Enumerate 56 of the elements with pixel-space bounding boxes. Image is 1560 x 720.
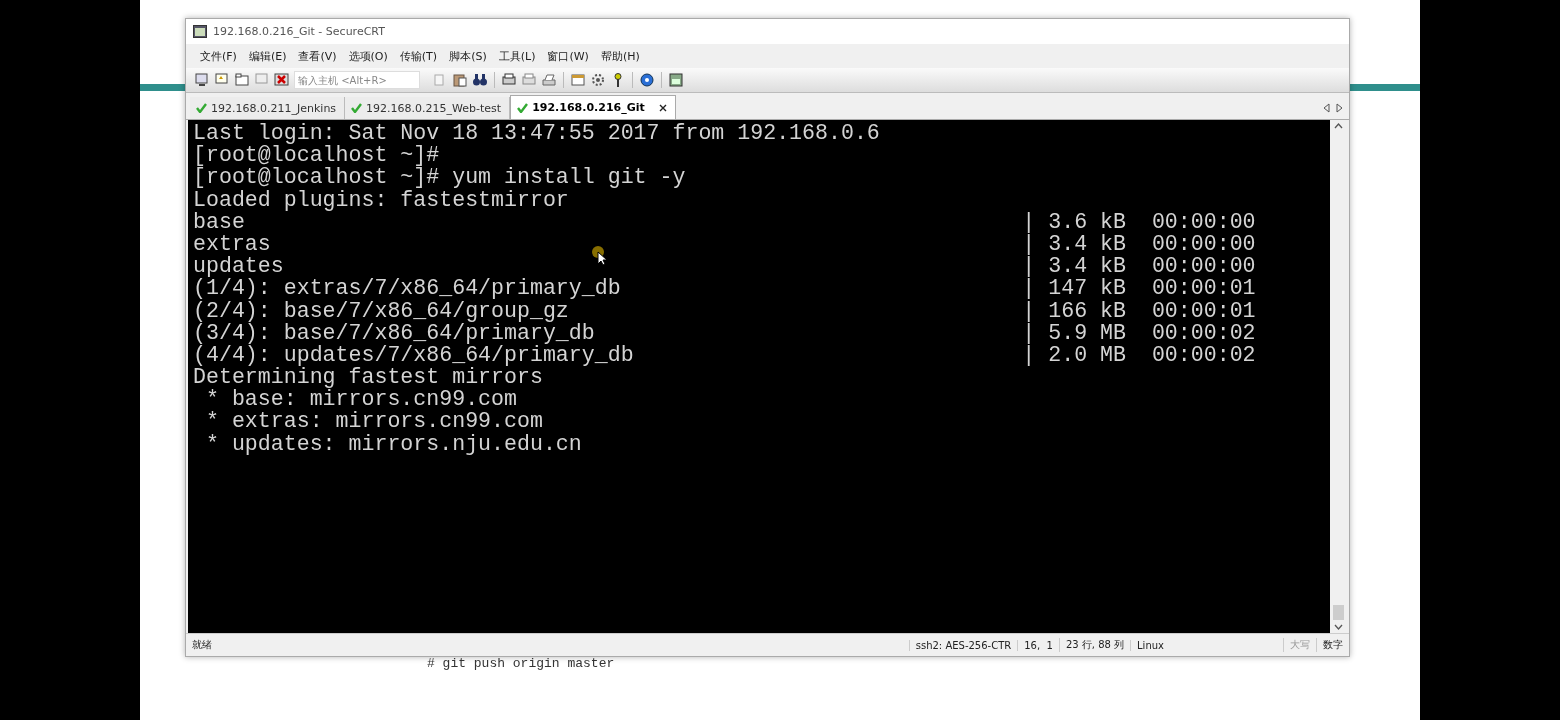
menu-item[interactable]: 脚本(S) [443,48,493,64]
window-title: 192.168.0.216_Git - SecureCRT [213,25,385,38]
menu-item[interactable]: 编辑(E) [242,48,293,64]
right-arrow-icon[interactable] [1336,103,1343,113]
status-item: 16, 1 [1017,639,1059,651]
left-arrow-icon[interactable] [1323,103,1330,113]
binoculars-icon[interactable] [472,72,488,88]
session-tab[interactable]: 192.168.0.215_Web-test [345,97,511,119]
session-tab[interactable]: 192.168.0.216_Git [510,95,676,119]
status-item: 23 行, 88 列 [1058,638,1131,652]
close-icon[interactable] [658,103,667,112]
terminal-line: (2/4): base/7/x86_64/group_gz [193,298,569,323]
terminal-line: [root@localhost ~]# [193,143,440,168]
clipboard-icon[interactable] [452,72,468,88]
menu-item[interactable]: 工具(L) [492,48,542,64]
terminal-line: (3/4): base/7/x86_64/primary_db [193,320,595,345]
terminal-line: [root@localhost ~]# yum install git -y [193,165,686,190]
terminal-line: * base: mirrors.cn99.com [205,387,517,412]
printer-icon[interactable] [541,72,557,88]
app-icon [193,25,207,38]
status-message: 就绪 [191,638,213,652]
terminal-line: updates [193,254,284,279]
terminal-line: Last login: Sat Nov 18 13:47:55 2017 from 192.168.0.6 [193,121,880,145]
help-icon[interactable] [639,72,655,88]
terminal-line: (1/4): extras/7/x86_64/primary_db [193,276,621,301]
transfer-info: | 3.4 kB 00:00:00 [1022,232,1256,256]
terminal-line: Loaded plugins: fastestmirror [193,187,569,212]
slide-text: # git push origin master [427,656,615,671]
folder-icon[interactable] [234,72,250,88]
session-tab[interactable]: 192.168.0.211_Jenkins [190,97,346,119]
status-item: Linux [1130,639,1170,651]
menu-item[interactable]: 查看(V) [292,48,343,64]
terminal-line: extras [193,231,271,256]
terminal-line: * extras: mirrors.cn99.com [204,409,543,434]
transfer-info: | 5.9 MB 00:00:02 [1022,321,1256,344]
menu-item[interactable]: 窗口(W) [541,48,595,64]
menu-item[interactable]: 选项(O) [342,48,394,64]
status-indicator: 大写 [1283,638,1316,652]
printer-icon[interactable] [501,72,517,88]
terminal-line: Determining fastest mirrors [193,365,543,390]
status-item: ssh2: AES-256-CTR [908,639,1018,651]
terminal-line: * updates: mirrors.nju.edu.cn [204,431,582,456]
mouse-cursor-icon [592,246,608,266]
transfer-info: | 166 kB 00:00:01 [1022,299,1256,322]
transfer-info: | 3.6 kB 00:00:00 [1022,210,1256,233]
transfer-info: | 2.0 MB 00:00:02 [1022,343,1256,367]
terminal-line: base [193,209,245,234]
host-field[interactable]: 输入主机 <Alt+R> [294,71,420,89]
window-icon[interactable] [668,72,684,88]
transfer-info: | 147 kB 00:00:01 [1022,277,1256,300]
menu-item[interactable]: 帮助(H) [594,48,646,64]
menu-item[interactable]: 文件(F) [194,48,243,64]
scrollbar-thumb[interactable] [1333,605,1344,620]
menu-item[interactable]: 传输(T) [393,48,444,64]
transfer-info: | 3.4 kB 00:00:00 [1022,255,1256,278]
status-indicator: 数字 [1316,638,1349,652]
